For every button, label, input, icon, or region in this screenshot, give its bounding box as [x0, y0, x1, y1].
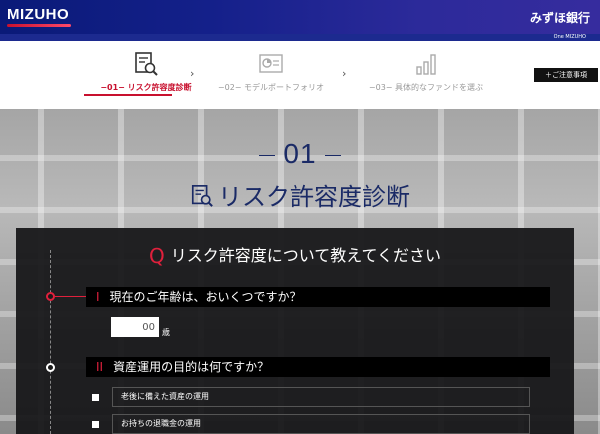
one-mizuho-mark: One MIZUHO — [553, 34, 586, 40]
q-mark: Q — [149, 244, 165, 268]
step-1-label: −01− リスク許容度診断 — [100, 83, 192, 92]
age-input[interactable] — [111, 317, 159, 337]
section-title: リスク許容度診断 — [0, 177, 600, 212]
panel-heading-text: リスク許容度について教えてください — [170, 246, 441, 265]
question-1-number: I — [96, 290, 100, 304]
header-subbar — [0, 34, 600, 41]
option-1-checkbox[interactable] — [92, 394, 99, 401]
bank-name[interactable]: みずほ銀行 — [530, 9, 590, 26]
question-panel: Q リスク許容度について教えてください I 現在のご年齢は、おいくつですか？ 歳 I… — [16, 228, 574, 434]
diagnosis-icon — [191, 185, 213, 207]
timeline-line — [50, 250, 51, 434]
question-2-number: II — [96, 360, 104, 374]
bar-chart-icon — [416, 54, 436, 75]
dash-left — [259, 155, 276, 157]
chevron-right-icon: › — [190, 67, 195, 80]
step-navigation: −01− リスク許容度診断 › −02− モデルポートフォリオ › −03− 具… — [0, 41, 600, 109]
timeline-node-active — [46, 292, 55, 301]
notice-button[interactable]: ＋ご注意事項 — [534, 68, 598, 82]
option-2[interactable]: お持ちの退職金の運用 — [112, 414, 530, 434]
step-1[interactable]: −01− リスク許容度診断 — [76, 41, 216, 109]
step-3-label: −03− 具体的なファンドを選ぶ — [368, 83, 484, 92]
option-2-checkbox[interactable] — [92, 421, 99, 428]
section-number-text: 01 — [283, 138, 317, 169]
panel-heading: Q リスク許容度について教えてください — [16, 242, 574, 268]
question-1-text: 現在のご年齢は、おいくつですか？ — [109, 290, 302, 304]
question-2-text: 資産運用の目的は何ですか？ — [113, 360, 270, 374]
question-2-bar: II 資産運用の目的は何ですか？ — [86, 357, 550, 377]
timeline-node — [46, 363, 55, 372]
section-number: 01 — [0, 138, 600, 170]
step-1-underline — [84, 94, 172, 96]
option-1[interactable]: 老後に備えた資産の運用 — [112, 387, 530, 407]
mizuho-logo[interactable]: MIZUHO — [7, 6, 69, 23]
logo-swoosh — [7, 24, 71, 27]
top-header: MIZUHO みずほ銀行 — [0, 0, 600, 34]
step-2-label: −02− モデルポートフォリオ — [217, 83, 325, 92]
chevron-right-icon: › — [342, 67, 347, 80]
section-title-text: リスク許容度診断 — [218, 183, 410, 211]
question-1-bar: I 現在のご年齢は、おいくつですか？ — [86, 287, 550, 307]
dash-right — [324, 155, 341, 157]
portfolio-chart-icon — [259, 54, 283, 73]
diagnosis-icon — [135, 52, 158, 76]
step-3[interactable]: −03− 具体的なファンドを選ぶ — [356, 41, 496, 109]
age-unit: 歳 — [162, 328, 170, 337]
step-2[interactable]: −02− モデルポートフォリオ — [201, 41, 341, 109]
